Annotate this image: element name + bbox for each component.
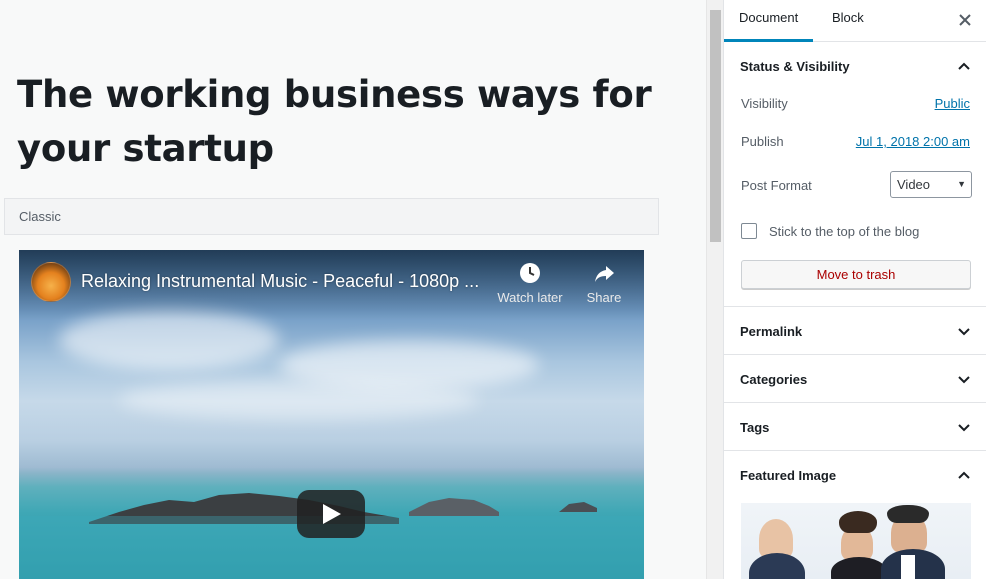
share-label: Share — [586, 290, 622, 305]
publish-label: Publish — [741, 134, 784, 149]
caret-down-icon: ▼ — [957, 179, 966, 189]
chevron-down-icon[interactable] — [956, 371, 972, 387]
play-button[interactable] — [297, 490, 365, 538]
panel-title-tags[interactable]: Tags — [740, 420, 769, 435]
divider — [724, 402, 986, 403]
video-title[interactable]: Relaxing Instrumental Music - Peaceful -… — [81, 271, 479, 292]
play-icon — [323, 504, 341, 524]
post-title[interactable]: The working business ways for your start… — [17, 68, 677, 176]
sidebar-tabs: Document Block — [724, 0, 986, 42]
tab-block[interactable]: Block — [817, 0, 879, 42]
chevron-down-icon[interactable] — [956, 419, 972, 435]
chevron-up-icon[interactable] — [956, 58, 972, 74]
featured-image-thumbnail[interactable] — [741, 503, 971, 579]
post-format-value: Video — [897, 177, 931, 192]
publish-date-link[interactable]: Jul 1, 2018 2:00 am — [856, 134, 970, 149]
editor-scrollbar[interactable] — [706, 0, 723, 579]
panel-title-featured-image[interactable]: Featured Image — [740, 468, 836, 483]
person-suit — [749, 553, 805, 579]
chevron-down-icon[interactable] — [956, 323, 972, 339]
tab-document[interactable]: Document — [724, 0, 814, 42]
move-to-trash-button[interactable]: Move to trash — [741, 260, 971, 289]
panel-title-permalink[interactable]: Permalink — [740, 324, 802, 339]
editor-canvas: The working business ways for your start… — [0, 0, 706, 579]
shirt-collar — [901, 555, 915, 579]
post-format-label: Post Format — [741, 178, 812, 193]
classic-block-toolbar[interactable]: Classic — [4, 198, 659, 235]
panel-title-status[interactable]: Status & Visibility — [740, 59, 850, 74]
watch-later-label: Watch later — [497, 290, 563, 305]
settings-sidebar: Document Block Status & Visibility Visib… — [723, 0, 986, 579]
share-button[interactable]: Share — [564, 262, 644, 305]
video-embed[interactable]: Relaxing Instrumental Music - Peaceful -… — [19, 250, 644, 579]
clock-icon — [520, 263, 540, 283]
sticky-checkbox[interactable] — [741, 223, 757, 239]
panel-title-categories[interactable]: Categories — [740, 372, 807, 387]
divider — [724, 354, 986, 355]
chevron-up-icon[interactable] — [956, 467, 972, 483]
watch-later-button[interactable]: Watch later — [490, 262, 570, 305]
share-icon — [595, 266, 614, 282]
person-hair — [839, 511, 877, 533]
sticky-label[interactable]: Stick to the top of the blog — [769, 224, 919, 239]
scrollbar-thumb[interactable] — [710, 10, 721, 242]
divider — [724, 306, 986, 307]
person-hair — [887, 505, 929, 523]
channel-avatar[interactable] — [31, 262, 71, 302]
visibility-label: Visibility — [741, 96, 788, 111]
person-suit — [831, 557, 887, 579]
post-format-select[interactable]: Video ▼ — [890, 171, 972, 198]
visibility-link[interactable]: Public — [935, 96, 970, 111]
divider — [724, 450, 986, 451]
close-icon[interactable] — [955, 10, 975, 30]
